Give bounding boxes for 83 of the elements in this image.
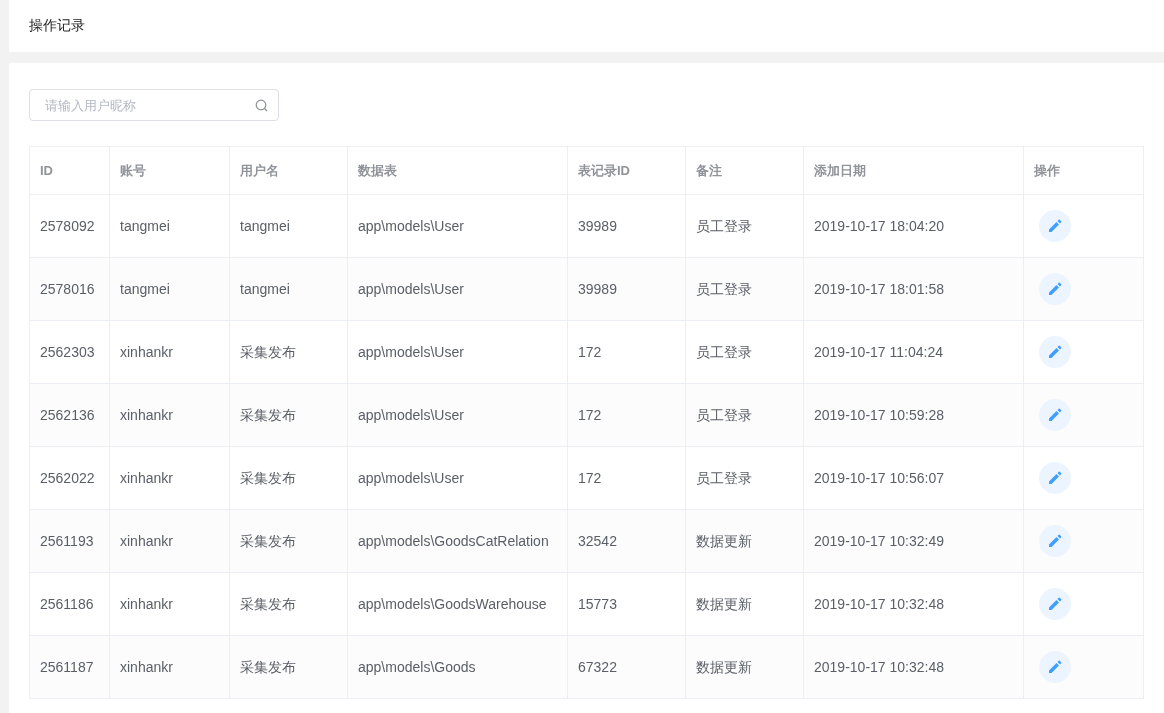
table-cell: 2562303	[40, 344, 95, 360]
table-cell: 采集发布	[240, 659, 296, 675]
column-header: 备注	[696, 162, 722, 178]
table-cell: 172	[578, 407, 602, 423]
edit-button[interactable]	[1039, 462, 1071, 494]
table-cell: tangmei	[240, 281, 290, 297]
table-cell: xinhankr	[120, 470, 173, 486]
table-cell: 数据更新	[696, 659, 752, 675]
pencil-icon	[1047, 659, 1063, 675]
table-cell: 2561193	[40, 533, 94, 549]
table-cell: xinhankr	[120, 659, 173, 675]
table-cell: 2019-10-17 10:32:48	[814, 659, 944, 675]
table-cell: app\models\Goods	[358, 659, 476, 675]
search-icon	[255, 99, 268, 112]
table-cell: 采集发布	[240, 470, 296, 486]
table-cell: tangmei	[240, 218, 290, 234]
table-cell: 采集发布	[240, 407, 296, 423]
table-cell: 2562136	[40, 407, 95, 423]
table-cell: app\models\User	[358, 218, 464, 234]
table-cell: 2019-10-17 10:59:28	[814, 407, 944, 423]
table-cell: app\models\User	[358, 407, 464, 423]
edit-button[interactable]	[1039, 399, 1071, 431]
table-cell: 员工登录	[696, 470, 752, 486]
table-cell: 2561187	[40, 659, 94, 675]
table-cell: 172	[578, 470, 602, 486]
table-cell: 2019-10-17 11:04:24	[814, 344, 943, 360]
pencil-icon	[1047, 470, 1063, 486]
column-header: 账号	[120, 162, 146, 178]
table-cell: app\models\User	[358, 344, 464, 360]
table-cell: tangmei	[120, 281, 170, 297]
pencil-icon	[1047, 281, 1063, 297]
table-cell: 2561186	[40, 596, 94, 612]
column-header: 添加日期	[814, 162, 866, 178]
table-cell: 32542	[578, 533, 617, 549]
table-cell: 员工登录	[696, 281, 752, 297]
table-cell: 172	[578, 344, 602, 360]
table-cell: xinhankr	[120, 407, 173, 423]
pencil-icon	[1047, 218, 1063, 234]
table-cell: 采集发布	[240, 533, 296, 549]
table-cell: 数据更新	[696, 596, 752, 612]
edit-button[interactable]	[1039, 273, 1071, 305]
table-cell: 2578016	[40, 281, 95, 297]
edit-button[interactable]	[1039, 336, 1071, 368]
table-cell: 2019-10-17 10:32:48	[814, 596, 944, 612]
table-cell: xinhankr	[120, 533, 173, 549]
column-header: 操作	[1034, 162, 1060, 178]
table-cell: 2019-10-17 18:01:58	[814, 281, 944, 297]
table-cell: 2562022	[40, 470, 95, 486]
table-cell: 采集发布	[240, 344, 296, 360]
column-header: 用户名	[240, 162, 279, 178]
table-cell: 2019-10-17 18:04:20	[814, 218, 944, 234]
column-header: ID	[40, 163, 53, 178]
pencil-icon	[1047, 344, 1063, 360]
edit-button[interactable]	[1039, 588, 1071, 620]
table-cell: 采集发布	[240, 596, 296, 612]
edit-button[interactable]	[1039, 651, 1071, 683]
table-cell: 39989	[578, 281, 617, 297]
table-cell: 2019-10-17 10:32:49	[814, 533, 944, 549]
pencil-icon	[1047, 407, 1063, 423]
table-cell: 员工登录	[696, 407, 752, 423]
table-cell: app\models\User	[358, 281, 464, 297]
pencil-icon	[1047, 596, 1063, 612]
table-cell: 员工登录	[696, 344, 752, 360]
column-header: 数据表	[358, 162, 397, 178]
table-cell: 2578092	[40, 218, 95, 234]
page-title: 操作记录	[29, 17, 85, 35]
table-cell: 数据更新	[696, 533, 752, 549]
table-cell: xinhankr	[120, 344, 173, 360]
table-cell: app\models\GoodsWarehouse	[358, 596, 547, 612]
column-header: 表记录ID	[578, 162, 630, 178]
edit-button[interactable]	[1039, 525, 1071, 557]
table-cell: 39989	[578, 218, 617, 234]
table-cell: tangmei	[120, 218, 170, 234]
edit-button[interactable]	[1039, 210, 1071, 242]
table-cell: 2019-10-17 10:56:07	[814, 470, 944, 486]
pencil-icon	[1047, 533, 1063, 549]
table-cell: app\models\GoodsCatRelation	[358, 533, 549, 549]
search-field[interactable]: 请输入用户昵称	[29, 89, 279, 121]
table-cell: app\models\User	[358, 470, 464, 486]
table-cell: 员工登录	[696, 218, 752, 234]
table-cell: 15773	[578, 596, 617, 612]
table-cell: 67322	[578, 659, 617, 675]
table-cell: xinhankr	[120, 596, 173, 612]
